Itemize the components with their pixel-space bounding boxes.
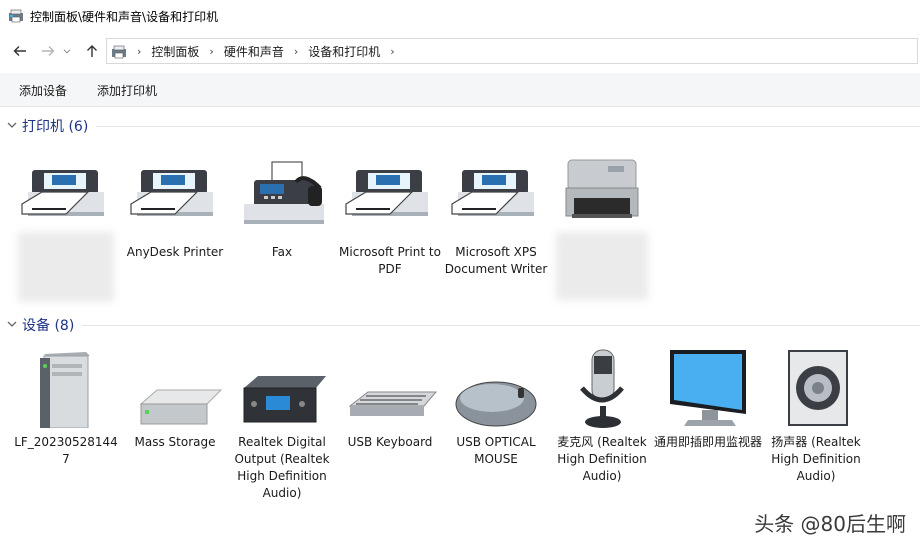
address-bar[interactable]: › 控制面板 › 硬件和声音 › 设备和打印机 › xyxy=(106,38,918,64)
device-label: 麦克风 (Realtek High Definition Audio) xyxy=(557,435,647,483)
device-label: Realtek Digital Output (Realtek High Def… xyxy=(234,435,330,500)
breadcrumb-separator[interactable]: › xyxy=(203,45,219,58)
device-item-usb-mouse[interactable]: USB OPTICAL MOUSE xyxy=(442,348,550,468)
breadcrumb: › 控制面板 › 硬件和声音 › 设备和打印机 › xyxy=(131,39,401,63)
back-arrow-icon[interactable] xyxy=(10,41,30,61)
control-panel-icon xyxy=(111,44,127,60)
device-label: 通用即插即用监视器 xyxy=(654,435,763,449)
printer-item-fax[interactable]: Fax xyxy=(228,158,336,261)
devices-section-header[interactable]: 设备 (8) xyxy=(0,315,920,335)
printer-icon xyxy=(127,158,223,238)
command-bar: 添加设备 添加打印机 xyxy=(0,73,920,107)
device-item-realtek-digital-output[interactable]: Realtek Digital Output (Realtek High Def… xyxy=(228,348,336,502)
obscured-label xyxy=(18,232,114,302)
device-label: USB OPTICAL MOUSE xyxy=(456,435,536,466)
printer-icon xyxy=(448,158,544,238)
device-item-speaker[interactable]: 扬声器 (Realtek High Definition Audio) xyxy=(762,348,870,485)
microphone-icon xyxy=(554,348,650,428)
forward-arrow-icon[interactable] xyxy=(38,41,58,61)
fax-label: Fax xyxy=(271,245,293,259)
printers-section-title: 打印机 (6) xyxy=(22,119,89,135)
breadcrumb-control-panel[interactable]: 控制面板 xyxy=(147,43,203,60)
mouse-icon xyxy=(448,348,544,428)
printer-label: Microsoft XPS Document Writer xyxy=(444,245,548,276)
title-bar: 控制面板\硬件和声音\设备和打印机 xyxy=(0,0,920,32)
add-printer-button[interactable]: 添加打印机 xyxy=(97,82,157,99)
monitor-icon xyxy=(660,348,756,428)
add-device-button[interactable]: 添加设备 xyxy=(19,82,67,99)
devices-printers-icon xyxy=(8,8,24,24)
fax-icon xyxy=(234,158,330,238)
watermark-text: 头条 @80后生啊 xyxy=(754,512,906,536)
navigation-bar: › 控制面板 › 硬件和声音 › 设备和打印机 › xyxy=(0,36,920,66)
device-label: USB Keyboard xyxy=(347,435,433,449)
window-title: 控制面板\硬件和声音\设备和打印机 xyxy=(30,10,219,24)
device-label: 扬声器 (Realtek High Definition Audio) xyxy=(771,435,861,483)
device-item-monitor[interactable]: 通用即插即用监视器 xyxy=(654,348,762,451)
recent-locations-chevron-icon[interactable] xyxy=(60,41,74,61)
computer-tower-icon xyxy=(18,348,114,429)
collapse-chevron-icon[interactable] xyxy=(6,119,18,131)
printer-item-anydesk[interactable]: AnyDesk Printer xyxy=(121,158,229,261)
breadcrumb-hardware-sound[interactable]: 硬件和声音 xyxy=(220,43,288,60)
device-item-usb-keyboard[interactable]: USB Keyboard xyxy=(336,348,444,451)
device-label: Mass Storage xyxy=(134,435,216,449)
printer-item-print-to-pdf[interactable]: Microsoft Print to PDF xyxy=(336,158,444,278)
storage-drive-icon xyxy=(127,348,223,428)
audio-output-device-icon xyxy=(234,348,330,428)
collapse-chevron-icon[interactable] xyxy=(6,318,18,330)
speaker-icon xyxy=(768,348,864,428)
printer-icon xyxy=(18,158,114,238)
printer-icon xyxy=(342,158,438,238)
breadcrumb-devices-printers[interactable]: 设备和打印机 xyxy=(304,43,384,60)
device-item-computer[interactable]: LF_202305281447 xyxy=(12,348,120,468)
printer-label: Microsoft Print to PDF xyxy=(339,245,441,276)
device-item-microphone[interactable]: 麦克风 (Realtek High Definition Audio) xyxy=(548,348,656,485)
printer-label: AnyDesk Printer xyxy=(126,245,224,259)
section-divider xyxy=(82,325,920,326)
breadcrumb-separator[interactable]: › xyxy=(288,45,304,58)
up-arrow-icon[interactable] xyxy=(82,41,102,61)
device-item-mass-storage[interactable]: Mass Storage xyxy=(121,348,229,451)
breadcrumb-separator[interactable]: › xyxy=(131,45,147,58)
obscured-label xyxy=(556,232,648,300)
breadcrumb-separator[interactable]: › xyxy=(384,45,400,58)
devices-section-title: 设备 (8) xyxy=(22,318,75,334)
printer-item-xps-writer[interactable]: Microsoft XPS Document Writer xyxy=(442,158,550,278)
printers-section-header[interactable]: 打印机 (6) xyxy=(0,116,920,136)
laser-printer-icon xyxy=(554,158,650,238)
keyboard-icon xyxy=(342,348,438,428)
device-label: LF_202305281447 xyxy=(14,435,118,466)
section-divider xyxy=(96,126,920,127)
